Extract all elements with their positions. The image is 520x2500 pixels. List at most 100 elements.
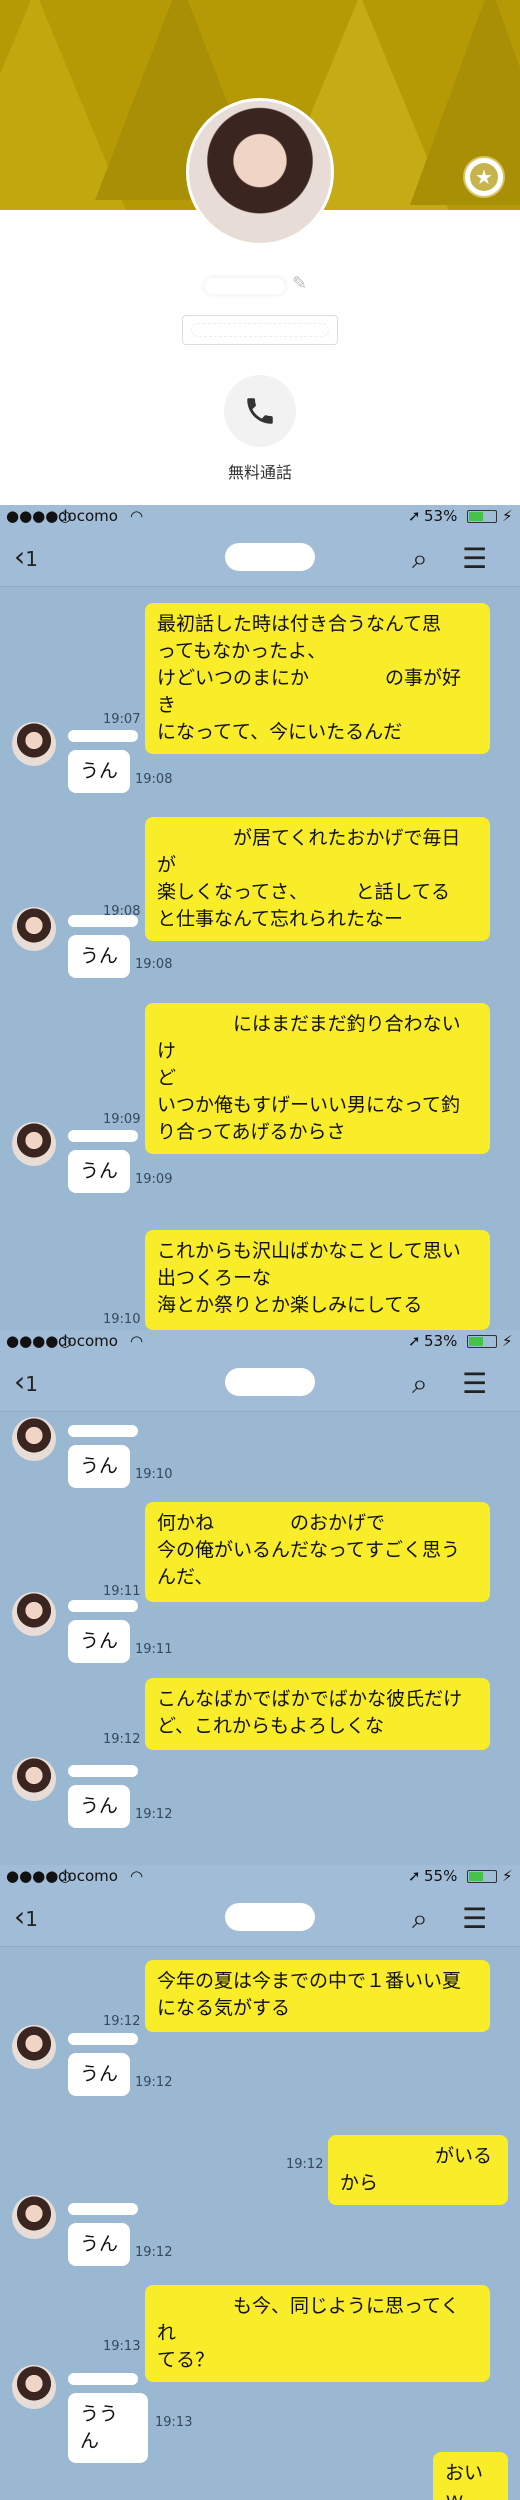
message-line: ど (157, 1067, 177, 1089)
sender-avatar[interactable] (12, 1417, 56, 1461)
location-icon: ➚ (408, 507, 421, 525)
menu-icon[interactable]: ☰ (462, 542, 487, 575)
message-time: 19:12 (103, 1732, 141, 1747)
message-line: 海とか祭りとか楽しみにしてる (157, 1294, 423, 1316)
received-message-bubble[interactable]: うん (68, 1445, 130, 1488)
menu-icon[interactable]: ☰ (462, 1902, 487, 1935)
message-line: けどいつのまにか の事が好き (157, 667, 462, 716)
battery-icon (467, 510, 497, 523)
back-button[interactable]: ‹1 (14, 1900, 38, 1933)
charging-icon: ⚡ (502, 1867, 513, 1885)
sender-avatar[interactable] (12, 2025, 56, 2069)
back-button[interactable]: ‹1 (14, 1365, 38, 1398)
message-time: 19:10 (103, 1312, 141, 1327)
search-icon[interactable]: ⌕ (412, 1367, 428, 1401)
sender-name-redacted (68, 2203, 138, 2215)
received-message-bubble[interactable]: ううん (68, 2393, 148, 2463)
sender-name-redacted (68, 1130, 138, 1142)
message-line: ってもなかったよ、 (157, 640, 327, 662)
back-button[interactable]: ‹1 (14, 540, 38, 573)
message-line: が居てくれたおかげで毎日が (157, 827, 461, 876)
battery-percent: 53% (424, 507, 458, 525)
message-time: 19:09 (103, 1112, 141, 1127)
sent-message-bubble[interactable]: 今年の夏は今までの中で１番いい夏 になる気がする (145, 1960, 490, 2032)
chat-title-redacted (225, 1903, 315, 1931)
profile-panel: ★ ✎ 無料通話 (0, 0, 520, 505)
free-call-button[interactable] (224, 375, 296, 447)
sender-avatar[interactable] (12, 722, 56, 766)
sender-name-redacted (68, 2033, 138, 2045)
message-line: にはまだまだ釣り合わないけ (157, 1013, 461, 1062)
status-bar: ●●●●○ docomo ◠ ➚ 53% ⚡ (0, 1330, 520, 1352)
sent-message-bubble[interactable]: も今、同じように思ってくれてる？ (145, 2285, 490, 2382)
search-icon[interactable]: ⌕ (412, 1902, 428, 1936)
unread-count: 1 (25, 1372, 38, 1396)
sent-message-bubble[interactable]: おいｗ (433, 2452, 508, 2500)
message-line: も今、同じように思ってくれ (157, 2295, 460, 2344)
message-line: ど、これからもよろしくな (157, 1715, 385, 1737)
message-time: 19:12 (135, 2075, 173, 2090)
sent-message-bubble[interactable]: こんなばかでばかでばかな彼氏だけ ど、これからもよろしくな (145, 1678, 490, 1750)
status-message-box[interactable] (182, 315, 338, 345)
battery-percent: 53% (424, 1332, 458, 1350)
favorite-button[interactable]: ★ (465, 158, 503, 196)
chat-screen: ●●●●○ docomo ◠ ➚ 53% ⚡ ‹1 ⌕ ☰ うん 19:10 何かね… (0, 1330, 520, 1865)
message-line: になる気がする (157, 1997, 291, 2019)
edit-name-icon[interactable]: ✎ (292, 273, 307, 294)
received-message-bubble[interactable]: うん (68, 2053, 130, 2096)
sent-message-bubble[interactable]: これからも沢山ばかなことして思い 出つくろーな 海とか祭りとか楽しみにしてる (145, 1230, 490, 1330)
received-message-bubble[interactable]: うん (68, 1620, 130, 1663)
chat-nav-bar: ‹1 ⌕ ☰ (0, 527, 520, 587)
message-line: 出つくろーな (157, 1267, 272, 1289)
received-message-bubble[interactable]: うん (68, 1785, 130, 1828)
sent-message-bubble[interactable]: にはまだまだ釣り合わないけどいつか俺もすげーいい男になって釣 り合ってあげるからさ (145, 1003, 490, 1154)
profile-avatar[interactable] (186, 98, 334, 246)
sender-avatar[interactable] (12, 2195, 56, 2239)
message-time: 19:08 (135, 772, 173, 787)
menu-icon[interactable]: ☰ (462, 1367, 487, 1400)
message-line: んだ、 (157, 1566, 214, 1588)
message-line: 今年の夏は今までの中で１番いい夏 (157, 1970, 462, 1992)
chat-nav-bar: ‹1 ⌕ ☰ (0, 1352, 520, 1412)
message-time: 19:07 (103, 712, 141, 727)
message-line: おいｗ (445, 2462, 484, 2500)
sender-avatar[interactable] (12, 1592, 56, 1636)
received-message-bubble[interactable]: うん (68, 750, 130, 793)
status-bar: ●●●●○ docomo ◠ ➚ 53% ⚡ (0, 505, 520, 527)
message-line: こんなばかでばかでばかな彼氏だけ (157, 1688, 463, 1710)
location-icon: ➚ (408, 1867, 421, 1885)
sent-message-bubble[interactable]: がいるから (328, 2135, 508, 2205)
sender-avatar[interactable] (12, 907, 56, 951)
sender-avatar[interactable] (12, 1122, 56, 1166)
received-message-bubble[interactable]: うん (68, 2223, 130, 2266)
message-line: てる？ (157, 2349, 215, 2371)
message-line: いつか俺もすげーいい男になって釣 (157, 1094, 461, 1116)
chat-screen: ●●●●○ docomo ◠ ➚ 53% ⚡ ‹1 ⌕ ☰ 最初話した時は付き合… (0, 505, 520, 1330)
message-line: 楽しくなってさ、 と話してる (157, 881, 450, 903)
sent-message-bubble[interactable]: 何かね のおかげで 今の俺がいるんだなってすごく思う んだ、 (145, 1502, 490, 1602)
chat-nav-bar: ‹1 ⌕ ☰ (0, 1887, 520, 1947)
carrier-label: docomo (58, 1332, 118, 1350)
chat-screen: ●●●●○ docomo ◠ ➚ 55% ⚡ ‹1 ⌕ ☰ 今年の夏は今までの中… (0, 1865, 520, 2500)
sent-message-bubble[interactable]: が居てくれたおかげで毎日が楽しくなってさ、 と話してる と仕事なんて忘れられたなー (145, 817, 490, 941)
sent-message-bubble[interactable]: 最初話した時は付き合うなんて思 ってもなかったよ、 けどいつのまにか の事が好き にな… (145, 603, 490, 754)
message-line: がいるから (340, 2145, 493, 2194)
sender-name-redacted (68, 1425, 138, 1437)
message-time: 19:10 (135, 1467, 173, 1482)
sender-avatar[interactable] (12, 2365, 56, 2409)
sender-avatar[interactable] (12, 1757, 56, 1801)
message-line: 何かね のおかげで (157, 1512, 386, 1534)
message-time: 19:11 (135, 1642, 173, 1657)
battery-icon (467, 1335, 497, 1348)
star-icon: ★ (470, 163, 498, 191)
chat-title-redacted (225, 543, 315, 571)
message-line: と仕事なんて忘れられたなー (157, 908, 404, 930)
received-message-bubble[interactable]: うん (68, 1150, 130, 1193)
status-bar: ●●●●○ docomo ◠ ➚ 55% ⚡ (0, 1865, 520, 1887)
message-time: 19:12 (135, 2245, 173, 2260)
search-icon[interactable]: ⌕ (412, 542, 428, 576)
received-message-bubble[interactable]: うん (68, 935, 130, 978)
sender-name-redacted (68, 1600, 138, 1612)
phone-icon (247, 398, 273, 424)
message-time: 19:12 (103, 2014, 141, 2029)
